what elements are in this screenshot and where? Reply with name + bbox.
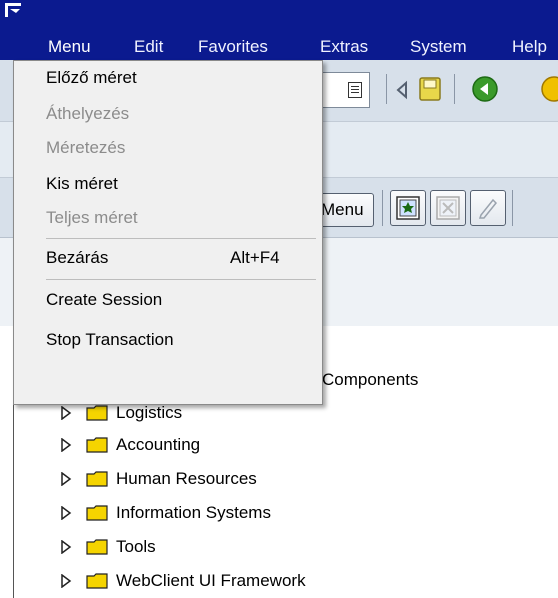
save-icon[interactable]: [418, 76, 442, 102]
folder-icon: [86, 539, 108, 555]
back-arrow-icon[interactable]: [394, 80, 410, 100]
menu-menu[interactable]: Menu: [48, 36, 91, 58]
menu-item-label: Bezárás: [46, 248, 109, 267]
pencil-icon: [478, 198, 498, 219]
tree-item-label: WebClient UI Framework: [116, 571, 306, 590]
expand-arrow-icon[interactable]: [60, 438, 72, 452]
menu-system[interactable]: System: [410, 36, 467, 58]
tree-item-tools[interactable]: Tools: [60, 534, 156, 560]
tree-item-webclient-ui-framework[interactable]: WebClient UI Framework: [60, 568, 306, 594]
create-favorite-button[interactable]: [390, 190, 426, 226]
menu-separator: [46, 279, 316, 280]
command-history-icon[interactable]: [348, 82, 362, 98]
folder-icon: [86, 405, 108, 421]
tree-item-label: Human Resources: [116, 469, 257, 488]
menu-button-label: Menu: [321, 200, 364, 219]
tree-item-information-systems[interactable]: Information Systems: [60, 500, 271, 526]
menu-item-label: Teljes méret: [46, 208, 138, 227]
toolbar-separator: [382, 190, 383, 226]
favorites-add-icon: [396, 196, 420, 220]
tree-item-human-resources[interactable]: Human Resources: [60, 466, 257, 492]
menu-favorites[interactable]: Favorites: [198, 36, 268, 58]
menu-item-close[interactable]: Bezárás Alt+F4: [14, 241, 322, 275]
menu-item-label: Előző méret: [46, 68, 137, 87]
tree-item-label: Information Systems: [116, 503, 271, 522]
menu-item-label: Kis méret: [46, 174, 118, 193]
change-favorite-button[interactable]: [470, 190, 506, 226]
expand-arrow-icon[interactable]: [60, 506, 72, 520]
menu-item-label: Create Session: [46, 290, 163, 309]
tree-item-label: Tools: [116, 537, 156, 556]
tree-item-accounting[interactable]: Accounting: [60, 432, 200, 458]
menu-help[interactable]: Help: [512, 36, 547, 58]
favorites-delete-icon: [436, 196, 460, 220]
expand-arrow-icon[interactable]: [60, 472, 72, 486]
toolbar-separator: [512, 190, 513, 226]
menu-separator: [46, 238, 316, 239]
menu-item-size: Méretezés: [14, 131, 322, 165]
menu-item-minimize[interactable]: Kis méret: [14, 167, 322, 201]
folder-icon: [86, 437, 108, 453]
expand-arrow-icon[interactable]: [60, 574, 72, 588]
menu-item-label: Áthelyezés: [46, 104, 130, 123]
folder-icon: [86, 471, 108, 487]
toolbar-separator: [386, 74, 387, 104]
back-icon[interactable]: [470, 74, 500, 104]
menu-item-shortcut: Alt+F4: [230, 248, 280, 267]
system-menu-icon[interactable]: [4, 2, 22, 18]
menu-item-move: Áthelyezés: [14, 97, 322, 131]
menu-item-label: Stop Transaction: [46, 330, 174, 349]
menu-edit[interactable]: Edit: [134, 36, 163, 58]
expand-arrow-icon[interactable]: [60, 406, 72, 420]
menu-item-maximize: Teljes méret: [14, 201, 322, 235]
expand-arrow-icon[interactable]: [60, 540, 72, 554]
tree-item-label: Accounting: [116, 435, 201, 454]
title-bar: Menu Edit Favorites Extras System Help: [0, 0, 558, 60]
menu-item-previous-size[interactable]: Előző méret: [14, 61, 322, 95]
window-menu-dropdown: Előző méret Áthelyezés Méretezés Kis mér…: [13, 60, 323, 405]
folder-icon: [86, 573, 108, 589]
menu-item-label: Méretezés: [46, 138, 126, 157]
menu-bar: Menu Edit Favorites Extras System Help: [0, 36, 558, 60]
menu-item-stop-transaction[interactable]: Stop Transaction: [14, 323, 322, 357]
menu-extras[interactable]: Extras: [320, 36, 368, 58]
folder-icon: [86, 505, 108, 521]
delete-favorite-button[interactable]: [430, 190, 466, 226]
tree-root-label[interactable]: Components: [322, 367, 418, 393]
toolbar-separator: [454, 74, 455, 104]
menu-item-create-session[interactable]: Create Session: [14, 283, 322, 317]
exit-icon[interactable]: [540, 74, 558, 104]
tree-border: [13, 380, 14, 598]
